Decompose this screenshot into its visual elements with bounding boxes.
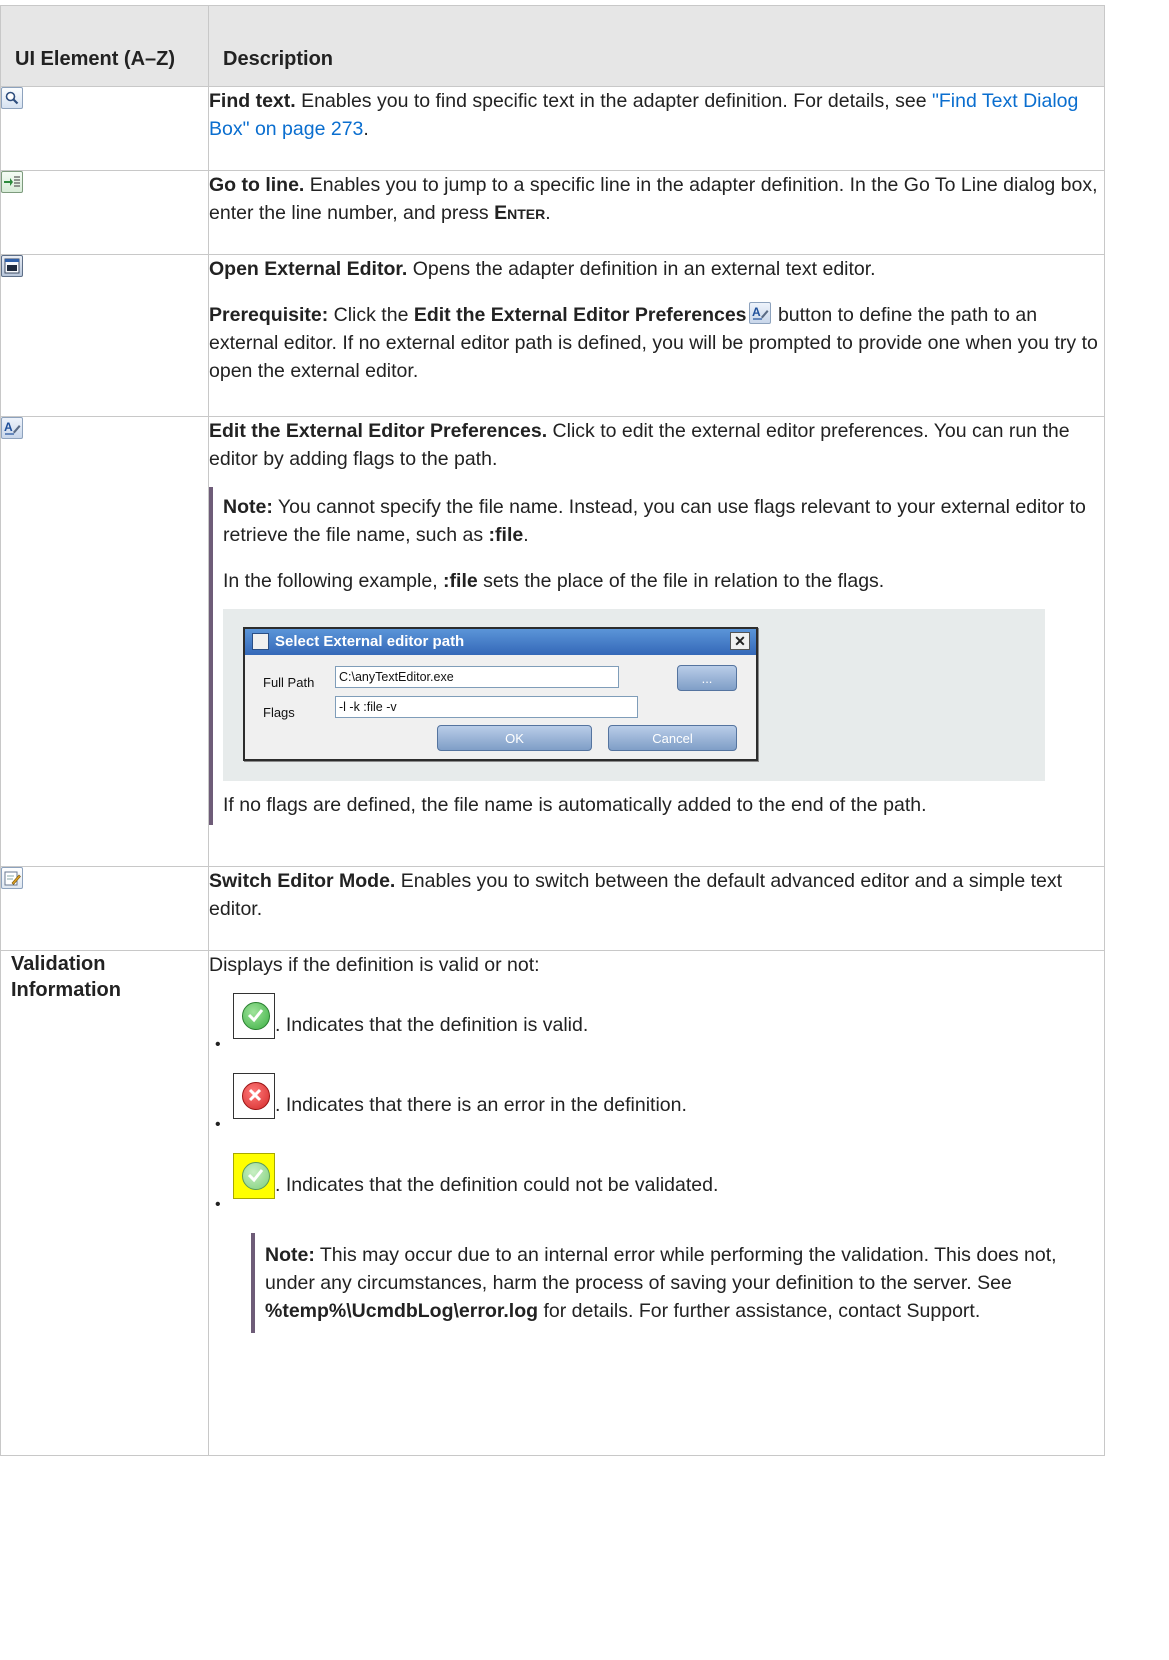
row-title: Open External Editor. bbox=[209, 258, 408, 280]
svg-text:A: A bbox=[4, 420, 13, 434]
row-description: Edit the External Editor Preferences. Cl… bbox=[208, 416, 1105, 867]
row-icon-cell bbox=[0, 86, 209, 171]
prerequisite-label: Prerequisite: bbox=[209, 304, 329, 326]
note-label: Note: bbox=[265, 1244, 315, 1266]
cancel-button[interactable]: Cancel bbox=[608, 725, 737, 751]
full-path-label: Full Path bbox=[263, 675, 315, 690]
validation-states-list: • . Indicates that the definition is val… bbox=[209, 993, 1104, 1219]
ok-button[interactable]: OK bbox=[437, 725, 592, 751]
row-title: Find text. bbox=[209, 90, 296, 112]
row-title: Go to line. bbox=[209, 174, 305, 196]
editor-preferences-icon: A bbox=[748, 302, 771, 324]
table-header-row: UI Element (A–Z) Description bbox=[0, 5, 1105, 87]
list-item: • . Indicates that the definition is val… bbox=[209, 993, 1104, 1059]
go-to-line-icon bbox=[1, 171, 23, 193]
table-row: Go to line. Enables you to jump to a spe… bbox=[0, 170, 1105, 255]
browse-button[interactable]: ... bbox=[677, 665, 737, 691]
row-title: Switch Editor Mode. bbox=[209, 870, 396, 892]
dialog-title: Select External editor path bbox=[275, 633, 465, 650]
row-description: Go to line. Enables you to jump to a spe… bbox=[208, 170, 1105, 255]
header-description: Description bbox=[208, 5, 1105, 87]
valid-check-icon bbox=[233, 993, 275, 1039]
full-path-input[interactable]: C:\anyTextEditor.exe bbox=[335, 666, 619, 688]
list-item: • . Indicates that the definition could … bbox=[209, 1153, 1104, 1219]
switch-editor-mode-icon bbox=[1, 867, 23, 889]
table-row: Find text. Enables you to find specific … bbox=[0, 86, 1105, 171]
table-row: Validation Information Displays if the d… bbox=[0, 950, 1105, 1456]
table-row: Open External Editor. Opens the adapter … bbox=[0, 254, 1105, 417]
row-description: Find text. Enables you to find specific … bbox=[208, 86, 1105, 171]
row-icon-cell: A bbox=[0, 416, 209, 867]
ui-elements-table: UI Element (A–Z) Description Find text. … bbox=[0, 5, 1105, 1456]
note-block: Note: This may occur due to an internal … bbox=[251, 1233, 1104, 1333]
close-button[interactable]: ✕ bbox=[730, 632, 750, 650]
row-description: Open External Editor. Opens the adapter … bbox=[208, 254, 1105, 417]
magnifier-icon bbox=[1, 87, 23, 109]
dialog-screenshot: Select External editor path ✕ Full Path … bbox=[223, 609, 1045, 781]
enter-key: Enter bbox=[494, 202, 546, 224]
dialog-title-bar: Select External editor path ✕ bbox=[245, 629, 756, 655]
table-row: A Edit the External Editor Preferences. … bbox=[0, 416, 1105, 867]
table-row: Switch Editor Mode. Enables you to switc… bbox=[0, 866, 1105, 951]
list-item: • . Indicates that there is an error in … bbox=[209, 1073, 1104, 1139]
validation-information-label: Validation Information bbox=[0, 950, 209, 1456]
error-log-path: %temp%\UcmdbLog\error.log bbox=[265, 1300, 539, 1322]
not-validated-icon bbox=[233, 1153, 275, 1199]
flags-input[interactable]: -l -k :file -v bbox=[335, 696, 638, 718]
row-description: Displays if the definition is valid or n… bbox=[208, 950, 1105, 1456]
row-icon-cell bbox=[0, 170, 209, 255]
row-description: Switch Editor Mode. Enables you to switc… bbox=[208, 866, 1105, 951]
editor-preferences-icon: A bbox=[1, 417, 23, 439]
error-x-icon bbox=[233, 1073, 275, 1119]
note-label: Note: bbox=[223, 496, 273, 518]
note-block: Note: You cannot specify the file name. … bbox=[209, 487, 1104, 825]
java-logo-icon bbox=[252, 633, 269, 650]
row-icon-cell bbox=[0, 866, 209, 951]
svg-text:A: A bbox=[752, 305, 761, 319]
external-editor-icon bbox=[1, 255, 23, 277]
header-ui-element: UI Element (A–Z) bbox=[0, 5, 209, 87]
row-title: Edit the External Editor Preferences. bbox=[209, 420, 548, 442]
row-icon-cell bbox=[0, 254, 209, 417]
flags-label: Flags bbox=[263, 705, 295, 720]
select-external-editor-dialog: Select External editor path ✕ Full Path … bbox=[243, 627, 758, 761]
